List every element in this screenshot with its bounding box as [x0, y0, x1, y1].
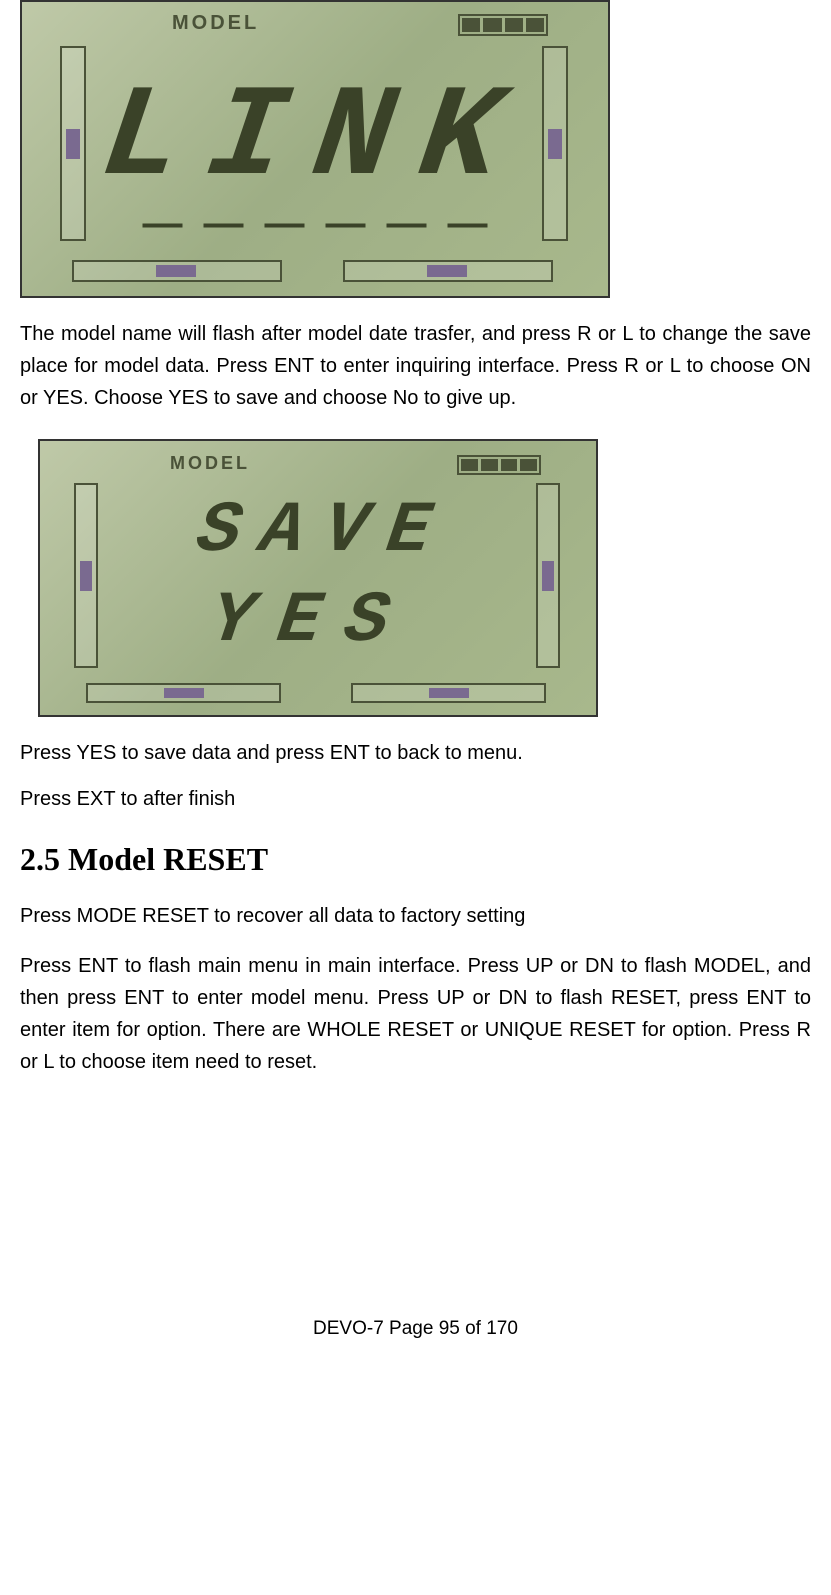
- trim-bar-left: [60, 46, 86, 241]
- section-heading-model-reset: 2.5 Model RESET: [20, 841, 811, 878]
- paragraph-transfer-instructions: The model name will flash after model da…: [20, 318, 811, 414]
- page-footer: DEVO-7 Page 95 of 170: [20, 1318, 811, 1370]
- lcd-screenshot-save: MODEL SAVE YES: [38, 439, 598, 717]
- lcd-line-1: SAVE: [192, 490, 456, 572]
- lcd-line-2: YES: [205, 580, 418, 662]
- lcd-main-text: SAVE YES: [117, 481, 520, 670]
- trim-bar-right: [542, 46, 568, 241]
- battery-indicator-icon: [457, 455, 541, 475]
- battery-indicator-icon: [458, 14, 548, 36]
- lcd-screenshot-link: MODEL LINK ——————: [20, 0, 610, 298]
- paragraph-save-data: Press YES to save data and press ENT to …: [20, 737, 811, 769]
- trim-bar-left: [74, 483, 98, 668]
- paragraph-press-ext: Press EXT to after finish: [20, 783, 811, 815]
- paragraph-reset-instructions: Press ENT to flash main menu in main int…: [20, 950, 811, 1078]
- trim-bar-bottom-left: [72, 260, 282, 282]
- paragraph-mode-reset: Press MODE RESET to recover all data to …: [20, 900, 811, 932]
- trim-bar-bottom-right: [343, 260, 553, 282]
- lcd-mode-label: MODEL: [172, 12, 259, 35]
- trim-bar-bottom-right: [351, 683, 546, 703]
- trim-bar-bottom-left: [86, 683, 281, 703]
- lcd-mode-label: MODEL: [170, 453, 250, 474]
- lcd-main-text: LINK: [100, 52, 530, 226]
- trim-bar-right: [536, 483, 560, 668]
- lcd-dash-row: ——————: [132, 201, 498, 246]
